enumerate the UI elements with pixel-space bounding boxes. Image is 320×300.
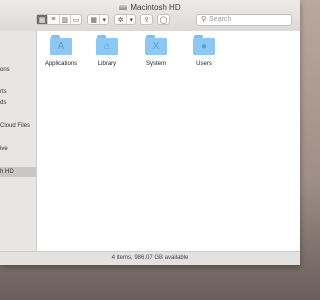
group-button[interactable]: ▦ ▾: [87, 14, 109, 25]
sidebar-item-downloads[interactable]: ds: [0, 98, 36, 108]
sidebar-item-label: h HD: [0, 169, 14, 175]
file-name: Users: [196, 61, 212, 67]
chevron-down-icon: ▾: [129, 16, 133, 24]
search-input[interactable]: ⚲ Search: [196, 14, 292, 26]
view-mode-control: ▦ ≡ ▥ ▭: [36, 14, 82, 25]
action-dropdown: ▾: [127, 15, 135, 24]
icon-view-button[interactable]: ▦: [37, 15, 49, 24]
sidebar-item-applications[interactable]: ons: [0, 65, 36, 75]
tags-button[interactable]: ◯: [157, 14, 170, 25]
group-dropdown: ▾: [100, 15, 108, 24]
sidebar-item-label: rts: [0, 89, 7, 95]
window-title-text: Macintosh HD: [130, 3, 181, 12]
users-folder-icon: ●: [193, 35, 215, 55]
sidebar-item-drive[interactable]: ive: [0, 144, 36, 154]
sidebar-item-label: ive: [0, 146, 8, 152]
gear-icon: ✲: [117, 16, 124, 24]
chevron-down-icon: ▾: [102, 16, 106, 24]
window-title: Macintosh HD: [0, 2, 300, 14]
search-icon: ⚲: [201, 16, 207, 23]
columns-icon: ▥: [61, 16, 68, 24]
action-button[interactable]: ✲ ▾: [114, 14, 136, 25]
search-placeholder: Search: [209, 16, 232, 23]
column-view-button[interactable]: ▥: [60, 15, 71, 24]
file-item-users[interactable]: ● Users: [181, 35, 227, 68]
library-folder-icon: ⌂: [96, 35, 118, 55]
title-bar[interactable]: Macintosh HD ▦ ≡ ▥ ▭ ▦ ▾ ✲ ▾ ⇪ ◯ ⚲ Search: [0, 0, 300, 32]
list-view-button[interactable]: ≡: [48, 15, 60, 24]
share-icon: ⇪: [143, 16, 150, 24]
sidebar-item-label: ds: [0, 100, 7, 106]
group-grid-icon: ▦: [90, 16, 98, 24]
sidebar: ons rts ds Cloud Files ive h HD: [0, 31, 37, 251]
applications-folder-icon: A: [50, 35, 72, 55]
list-icon: ≡: [51, 16, 56, 23]
sidebar-item-label: Cloud Files: [0, 123, 31, 129]
gallery-view-button[interactable]: ▭: [71, 15, 81, 24]
sidebar-item-documents[interactable]: rts: [0, 87, 36, 97]
sidebar-item-macintosh-hd[interactable]: h HD: [0, 167, 36, 177]
sidebar-item-cloud-files[interactable]: Cloud Files: [0, 121, 36, 131]
system-folder-icon: X: [145, 35, 167, 55]
sidebar-item-label: ons: [0, 67, 10, 73]
hard-drive-icon: [119, 5, 128, 10]
file-name: Library: [97, 61, 117, 67]
tag-icon: ◯: [159, 16, 168, 24]
group-icon-cell: ▦: [88, 15, 101, 24]
finder-window: Macintosh HD ▦ ≡ ▥ ▭ ▦ ▾ ✲ ▾ ⇪ ◯ ⚲ Search…: [0, 0, 300, 265]
status-bar: 4 items, 986.07 GB available: [0, 251, 300, 265]
file-name: Applications: [44, 61, 78, 67]
file-item-applications[interactable]: A Applications: [38, 35, 84, 68]
status-text: 4 items, 986.07 GB available: [111, 255, 189, 261]
file-name: System: [145, 61, 166, 67]
file-item-system[interactable]: X System: [133, 35, 179, 68]
file-browser: A Applications ⌂ Library X System ● User…: [37, 31, 300, 251]
grid-icon: ▦: [38, 16, 46, 24]
gallery-icon: ▭: [72, 16, 80, 24]
share-button[interactable]: ⇪: [140, 14, 153, 25]
file-item-library[interactable]: ⌂ Library: [84, 35, 130, 68]
action-icon-cell: ✲: [115, 15, 128, 24]
